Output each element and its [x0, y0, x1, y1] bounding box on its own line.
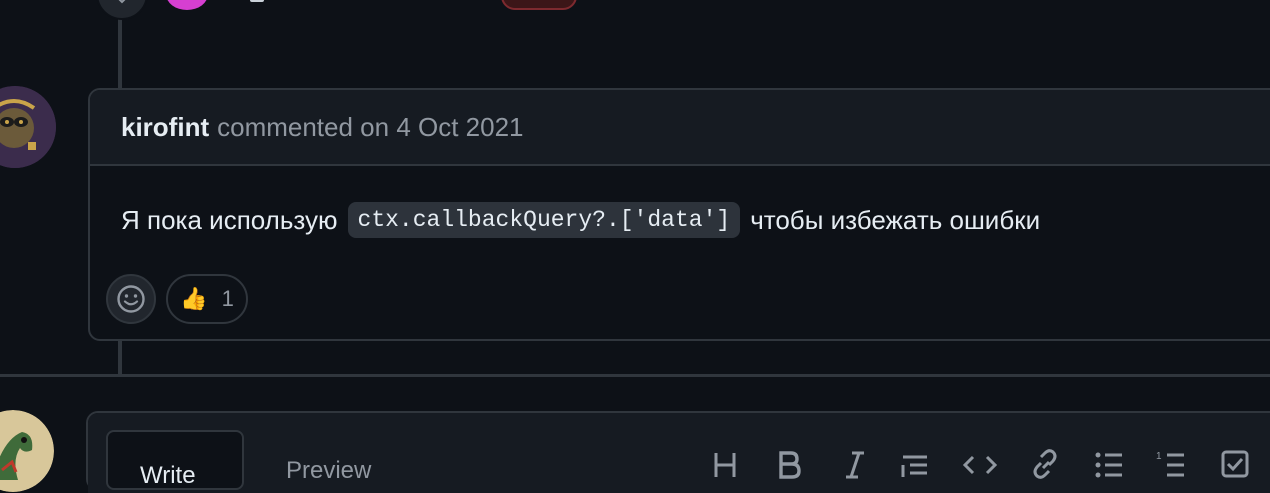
- timeline-divider: [0, 374, 1270, 377]
- comment-body: Я пока использую ctx.callbackQuery?.['da…: [121, 202, 1040, 238]
- current-user-avatar[interactable]: [0, 410, 54, 492]
- bug-label[interactable]: bug: [501, 0, 577, 10]
- thumbs-up-emoji: 👍: [180, 286, 208, 311]
- smiley-icon: [117, 285, 145, 313]
- inline-code: ctx.callbackQuery?.['data']: [347, 202, 741, 238]
- code-icon[interactable]: [962, 449, 998, 479]
- comment-author[interactable]: kirofint: [121, 112, 209, 143]
- comment-text: Я пока использую: [121, 204, 338, 235]
- reaction-count: 1: [221, 286, 234, 311]
- editor-tabs: Write Preview 1: [88, 413, 1270, 493]
- new-comment-editor: Write Preview 1: [86, 411, 1270, 493]
- tab-write[interactable]: Write: [106, 430, 244, 490]
- comment-timestamp[interactable]: commented on 4 Oct 2021: [217, 112, 523, 143]
- quote-icon[interactable]: [900, 449, 930, 479]
- comment-header: kirofint commented on 4 Oct 2021: [90, 90, 1270, 166]
- svg-text:1: 1: [1156, 451, 1162, 462]
- tab-preview[interactable]: Preview: [286, 457, 371, 485]
- label-event-icon: [96, 0, 148, 20]
- event-actor-name[interactable]: [250, 0, 264, 2]
- numbered-list-icon[interactable]: 1: [1156, 449, 1186, 479]
- task-list-icon[interactable]: [1220, 449, 1250, 479]
- link-icon[interactable]: [1030, 449, 1060, 479]
- bold-icon[interactable]: [774, 449, 804, 479]
- comment-text: чтобы избежать ошибки: [750, 204, 1041, 235]
- heading-icon[interactable]: [710, 449, 740, 479]
- add-reaction-button[interactable]: [106, 274, 156, 324]
- comment-card: kirofint commented on 4 Oct 2021 Я пока …: [88, 88, 1270, 341]
- kirofint-avatar[interactable]: [0, 86, 56, 168]
- timeline-line: [118, 340, 122, 376]
- bulleted-list-icon[interactable]: [1094, 449, 1124, 479]
- thumbs-up-reaction[interactable]: 👍 1: [166, 274, 248, 324]
- italic-icon[interactable]: [840, 449, 870, 479]
- event-actor-avatar[interactable]: [166, 0, 208, 10]
